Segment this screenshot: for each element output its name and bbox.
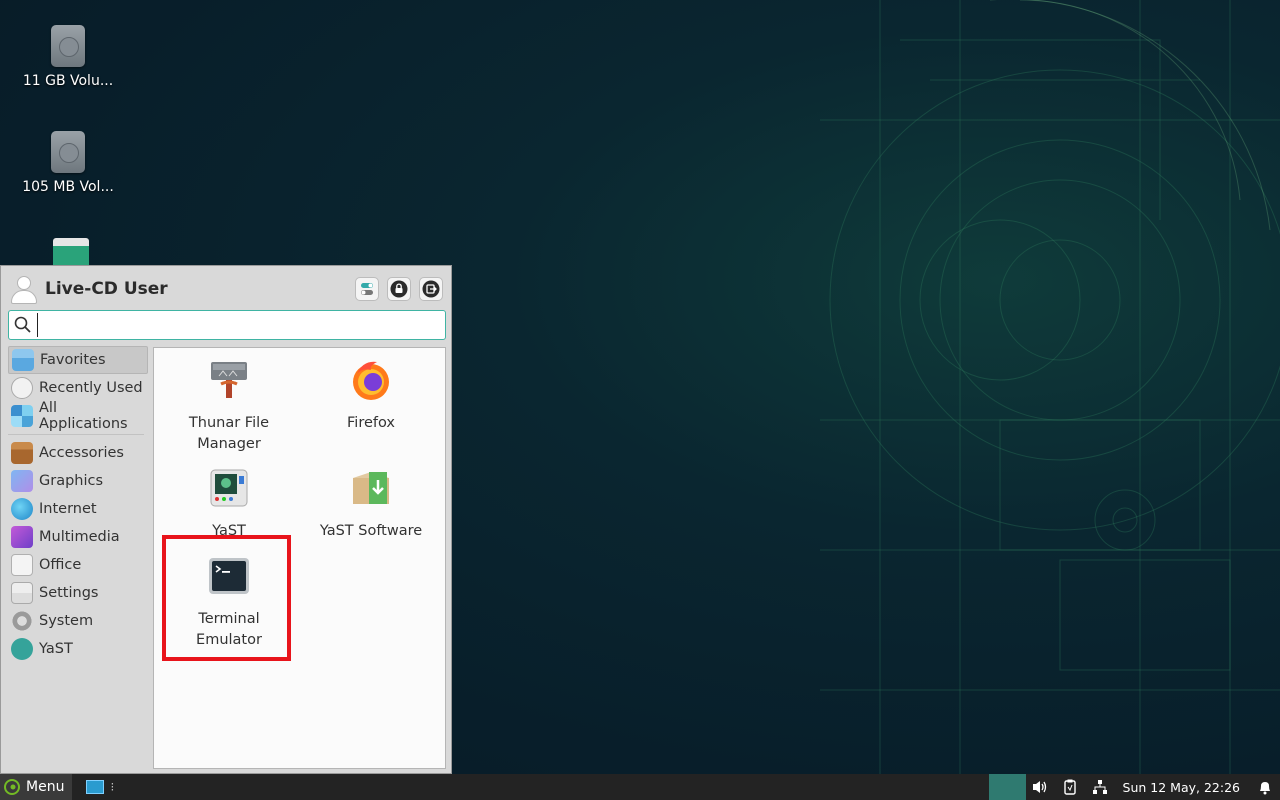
app-label: Thunar File [188,415,270,431]
globe-icon [11,498,33,520]
drive-icon [51,25,85,67]
app-thunar-file-manager[interactable]: Thunar File Manager [158,358,300,455]
gear-icon [11,610,33,632]
file-manager-icon [211,362,247,398]
category-settings[interactable]: Settings [8,579,148,607]
menu-header: Live-CD User [9,274,443,304]
clipboard-icon[interactable] [1061,778,1079,796]
opensuse-logo-icon [4,779,20,795]
toggle-settings-icon [361,283,373,295]
trash-icon [53,238,89,268]
category-label: All Applications [39,400,128,432]
category-all-applications[interactable]: All Applications [8,400,148,432]
clock-icon [11,377,33,399]
search-icon [14,316,31,333]
lock-icon [390,280,408,298]
app-yast-software[interactable]: YaST Software [300,466,442,542]
log-out-button[interactable] [419,277,443,301]
user-avatar-icon [9,275,37,304]
notification-bell-icon[interactable] [1256,778,1274,796]
category-accessories[interactable]: Accessories [8,439,148,467]
search-field[interactable] [8,310,446,340]
briefcase-icon [11,442,33,464]
app-yast[interactable]: YaST [158,466,300,542]
category-label: Settings [39,585,99,601]
desktop-icon-label: 11 GB Volu... [22,73,114,89]
category-label: System [39,613,94,629]
category-label: Graphics [39,473,104,489]
category-label: Internet [39,501,97,517]
category-label: Accessories [39,445,124,461]
lock-screen-button[interactable] [387,277,411,301]
category-recently-used[interactable]: Recently Used [8,374,148,402]
desktop-trash[interactable] [21,238,121,268]
window-button-icon[interactable] [86,780,105,794]
category-separator [8,434,144,435]
category-internet[interactable]: Internet [8,495,148,523]
multimedia-icon [11,526,33,548]
category-favorites[interactable]: Favorites [8,346,148,374]
category-system[interactable]: System [8,607,148,635]
system-tray: Sun 12 May, 22:26 [1025,774,1280,800]
app-label: Firefox [347,415,395,431]
highlight-annotation [162,535,291,661]
category-label: Multimedia [39,529,120,545]
graphics-icon [11,470,33,492]
handle-icon[interactable]: ⁝ [110,780,114,794]
yast-icon [210,469,248,507]
category-yast[interactable]: YaST [8,635,148,663]
category-office[interactable]: Office [8,551,148,579]
category-label: Office [39,557,82,573]
software-package-icon [353,472,389,504]
logout-icon [422,280,440,298]
category-list: Favorites Recently Used All Applications… [8,346,148,663]
category-label: Recently Used [39,380,143,396]
workspace-switcher[interactable] [989,774,1026,800]
category-graphics[interactable]: Graphics [8,467,148,495]
office-icon [11,554,33,576]
user-name: Live-CD User [45,279,168,299]
drive-icon [51,131,85,173]
menu-button-label: Menu [26,779,65,795]
taskbar: Menu ⁝ Sun 12 May, 22:26 [0,774,1280,800]
app-label: YaST Software [319,523,423,539]
settings-manager-button[interactable] [355,277,379,301]
network-icon[interactable] [1091,778,1109,796]
favorites-icon [12,349,34,371]
menu-button[interactable]: Menu [0,774,73,800]
category-label: Favorites [40,352,106,368]
desktop-icon-label: 105 MB Vol... [22,179,114,195]
search-input[interactable] [37,313,445,337]
category-multimedia[interactable]: Multimedia [8,523,148,551]
clock[interactable]: Sun 12 May, 22:26 [1123,780,1240,795]
app-label-line2: Manager [197,436,261,452]
firefox-icon [353,361,389,400]
desktop-volume-11gb[interactable]: 11 GB Volu... [18,25,118,89]
settings-icon [11,582,33,604]
yast-icon [11,638,33,660]
desktop-volume-105mb[interactable]: 105 MB Vol... [18,131,118,195]
category-label: YaST [39,641,73,657]
grid-icon [11,405,33,427]
app-firefox[interactable]: Firefox [300,358,442,434]
volume-icon[interactable] [1031,778,1049,796]
application-menu: Live-CD User Favorites Recently Used All… [0,265,452,774]
